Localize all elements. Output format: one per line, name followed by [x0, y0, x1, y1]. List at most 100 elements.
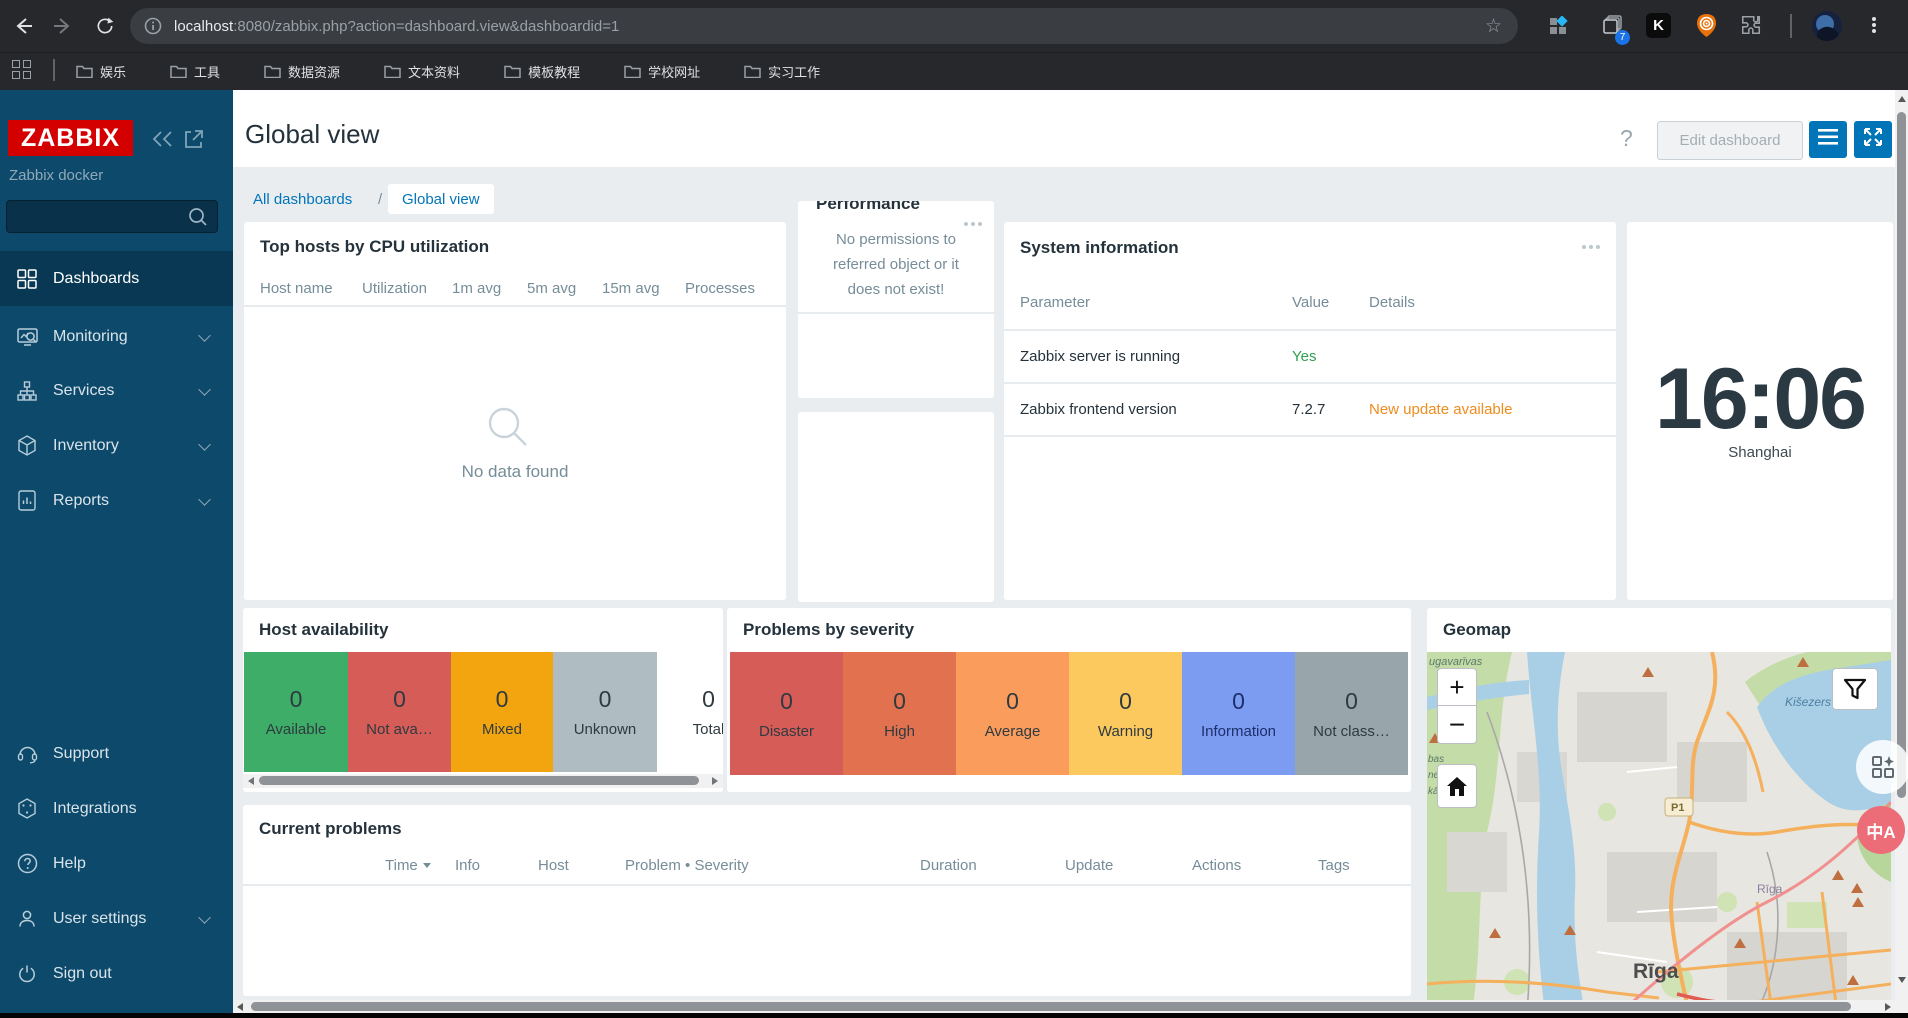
edit-dashboard-button[interactable]: Edit dashboard [1657, 121, 1803, 160]
extension-float-capture[interactable] [1856, 740, 1908, 794]
page-hscrollbar[interactable] [233, 1000, 1895, 1013]
column-header[interactable]: Processes [685, 280, 755, 297]
tile-not-classified[interactable]: 0Not class… [1295, 652, 1408, 775]
scroll-right-icon[interactable] [1885, 1003, 1891, 1011]
clock-city: Shanghai [1627, 444, 1893, 461]
scroll-thumb[interactable] [259, 776, 699, 785]
sidebar-item-label: Monitoring [53, 328, 128, 346]
chevron-down-icon [198, 911, 211, 924]
extension-float-translate[interactable]: 中A [1857, 806, 1905, 854]
extension-grid-icon[interactable] [1548, 16, 1568, 41]
pop-out-icon[interactable] [182, 128, 206, 155]
map-zoom-out-button[interactable]: − [1437, 706, 1477, 744]
update-link[interactable]: New update available [1369, 401, 1512, 418]
column-header[interactable]: Host name [260, 280, 333, 297]
help-link[interactable]: ? [1620, 125, 1633, 152]
bookmark-folder[interactable]: 工具 [170, 52, 220, 90]
map-zoom-in-button[interactable]: + [1437, 668, 1477, 706]
sidebar-item-reports[interactable]: Reports [0, 473, 233, 528]
widget-hscrollbar[interactable] [243, 774, 723, 788]
bookmark-folder[interactable]: 实习工作 [744, 52, 820, 90]
map-filter-button[interactable] [1832, 668, 1878, 710]
sidebar-item-help[interactable]: Help [0, 836, 233, 891]
scroll-left-icon[interactable] [237, 1003, 243, 1011]
tile-unknown[interactable]: 0Unknown [553, 652, 657, 772]
map-canvas[interactable]: Kišezers P1 Rīga Rīga ugavarīvas bas nel… [1427, 652, 1891, 1012]
column-header[interactable]: Actions [1192, 857, 1241, 874]
map-home-button[interactable] [1437, 764, 1477, 808]
browser-menu-icon[interactable] [1872, 15, 1876, 35]
sidebar-item-dashboards[interactable]: Dashboards [0, 251, 233, 306]
column-header[interactable]: Update [1065, 857, 1113, 874]
page-vscrollbar[interactable] [1895, 90, 1908, 1013]
availability-tiles: 0Available 0Not ava… 0Mixed 0Unknown 0To… [244, 652, 722, 772]
column-header[interactable]: Problem • Severity [625, 857, 749, 874]
fullscreen-button[interactable] [1854, 121, 1892, 158]
widget-clock: 16:06 Shanghai [1627, 222, 1893, 600]
sidebar-item-monitoring[interactable]: Monitoring [0, 309, 233, 364]
tile-mixed[interactable]: 0Mixed [451, 652, 553, 772]
tile-information[interactable]: 0Information [1182, 652, 1295, 775]
sidebar-item-support[interactable]: Support [0, 726, 233, 781]
scroll-right-icon[interactable] [712, 777, 718, 785]
sidebar-item-services[interactable]: Services [0, 363, 233, 418]
tile-disaster[interactable]: 0Disaster [730, 652, 843, 775]
map-label-area: Rīga [1757, 882, 1783, 896]
search-input[interactable] [15, 204, 179, 230]
column-header[interactable]: Utilization [362, 280, 427, 297]
sidebar-item-inventory[interactable]: Inventory [0, 418, 233, 473]
site-info-icon[interactable] [144, 17, 162, 35]
column-header-time[interactable]: Time [385, 857, 426, 874]
column-header[interactable]: Duration [920, 857, 977, 874]
extension-k-icon[interactable]: K [1646, 13, 1671, 38]
column-header[interactable]: Tags [1318, 857, 1350, 874]
column-header[interactable]: Info [455, 857, 480, 874]
server-name: Zabbix docker [9, 167, 103, 184]
back-icon[interactable] [6, 9, 40, 43]
bookmark-folder[interactable]: 文本资料 [384, 52, 460, 90]
bookmark-folder[interactable]: 数据资源 [264, 52, 340, 90]
zabbix-logo[interactable]: ZABBIX [8, 120, 133, 156]
profile-avatar[interactable] [1812, 11, 1842, 41]
widget-current-problems: Current problems Time Info Host Problem … [243, 805, 1411, 996]
widget-menu-icon[interactable] [1579, 236, 1600, 254]
vscroll-thumb[interactable] [1897, 112, 1906, 798]
tile-warning[interactable]: 0Warning [1069, 652, 1182, 775]
sidebar-search[interactable] [6, 200, 218, 233]
sidebar-item-user-settings[interactable]: User settings [0, 891, 233, 946]
bookmark-folder[interactable]: 学校网址 [624, 52, 700, 90]
column-header[interactable]: 15m avg [602, 280, 660, 297]
tile-total[interactable]: 0Total [657, 652, 723, 772]
collapse-sidebar-icon[interactable] [150, 129, 174, 154]
bookmark-star-icon[interactable]: ☆ [1485, 15, 1502, 38]
table-row: Zabbix server is running [1020, 348, 1180, 365]
tile-available[interactable]: 0Available [244, 652, 348, 772]
extension-target-icon[interactable] [1694, 13, 1719, 43]
column-header[interactable]: 1m avg [452, 280, 501, 297]
reload-icon[interactable] [88, 9, 122, 43]
scroll-left-icon[interactable] [248, 777, 254, 785]
breadcrumb-all-dashboards[interactable]: All dashboards [253, 191, 352, 208]
dashboard-menu-button[interactable] [1809, 121, 1847, 158]
tile-average[interactable]: 0Average [956, 652, 1069, 775]
sidebar-item-integrations[interactable]: Integrations [0, 781, 233, 836]
scroll-up-icon[interactable] [1898, 96, 1906, 102]
bookmark-folder[interactable]: 模板教程 [504, 52, 580, 90]
divider [244, 305, 786, 307]
extension-tabs-icon[interactable]: 7 [1602, 14, 1624, 41]
scroll-down-icon[interactable] [1898, 977, 1906, 983]
column-header[interactable]: 5m avg [527, 280, 576, 297]
extensions-puzzle-icon[interactable] [1740, 14, 1762, 41]
apps-grid-icon[interactable] [12, 60, 31, 79]
search-icon[interactable] [187, 206, 209, 233]
breadcrumb-current[interactable]: Global view [388, 184, 494, 214]
bookmark-folder[interactable]: 娱乐 [76, 52, 126, 90]
url-bar[interactable]: localhost:8080/zabbix.php?action=dashboa… [130, 8, 1518, 44]
forward-icon[interactable] [46, 9, 80, 43]
hscroll-thumb[interactable] [251, 1002, 1851, 1011]
column-header[interactable]: Host [538, 857, 569, 874]
sidebar-item-label: Reports [53, 492, 109, 510]
tile-high[interactable]: 0High [843, 652, 956, 775]
tile-not-available[interactable]: 0Not ava… [348, 652, 451, 772]
sidebar-item-sign-out[interactable]: Sign out [0, 946, 233, 1001]
